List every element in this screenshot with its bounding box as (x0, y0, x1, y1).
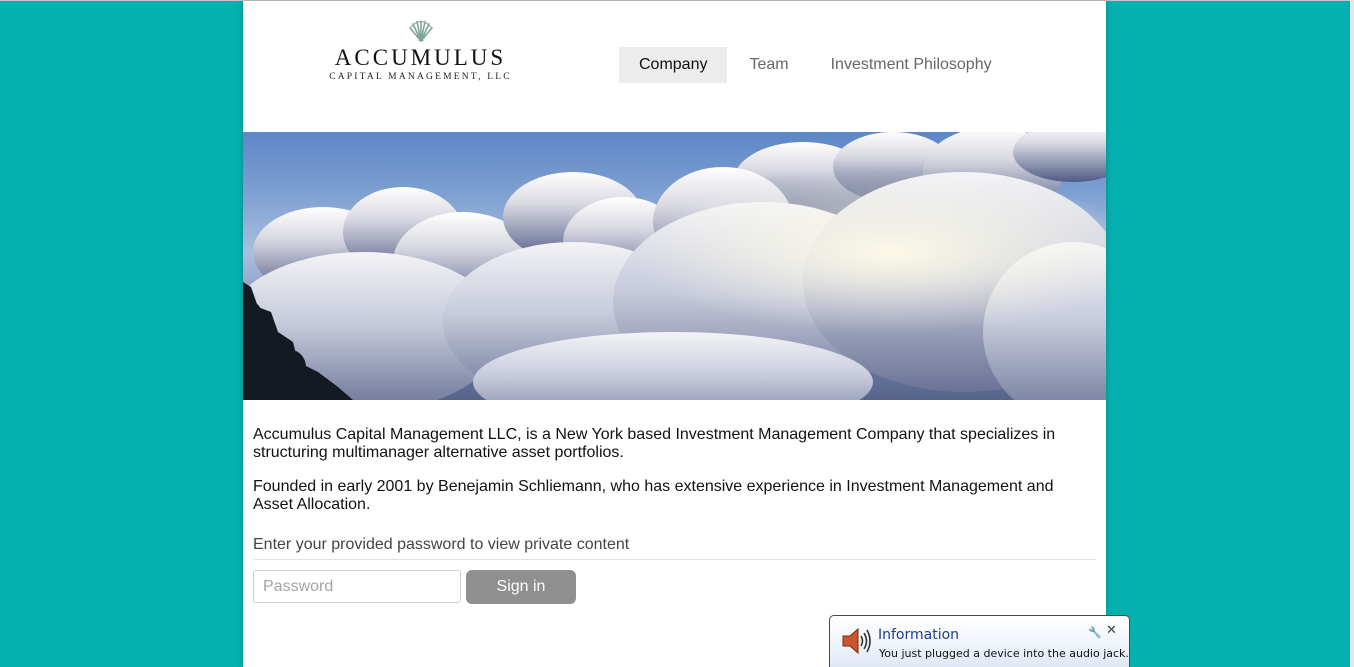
logo-subtitle: CAPITAL MANAGEMENT, LLC (329, 72, 512, 82)
password-input[interactable] (253, 570, 461, 603)
login-form: Sign in (253, 570, 1093, 604)
scrollbar[interactable] (1350, 0, 1354, 667)
nav-team[interactable]: Team (727, 47, 810, 83)
speaker-icon (842, 627, 871, 655)
page-container: ACCUMULUS CAPITAL MANAGEMENT, LLC Compan… (243, 1, 1106, 667)
notification-title: Information (878, 627, 960, 643)
main-content: Accumulus Capital Management LLC, is a N… (253, 426, 1096, 604)
system-notification[interactable]: Information You just plugged a device in… (829, 615, 1130, 667)
founder-paragraph: Founded in early 2001 by Benejamin Schli… (253, 478, 1054, 513)
password-prompt: Enter your provided password to view pri… (253, 536, 630, 553)
close-icon[interactable]: ✕ (1106, 623, 1117, 638)
notification-message: You just plugged a device into the audio… (879, 647, 1129, 660)
logo-name: ACCUMULUS (334, 45, 507, 70)
wrench-icon[interactable]: 🔧 (1088, 626, 1102, 639)
nav-company[interactable]: Company (619, 47, 728, 83)
company-logo[interactable]: ACCUMULUS CAPITAL MANAGEMENT, LLC (318, 19, 523, 89)
shell-icon (408, 20, 433, 42)
divider (253, 559, 1096, 560)
main-nav: Company Team Investment Philosophy (619, 47, 1012, 83)
signin-button[interactable]: Sign in (466, 570, 576, 604)
nav-investment-philosophy[interactable]: Investment Philosophy (811, 47, 1012, 83)
intro-paragraph: Accumulus Capital Management LLC, is a N… (253, 426, 1056, 461)
hero-cloud-image (243, 132, 1106, 400)
